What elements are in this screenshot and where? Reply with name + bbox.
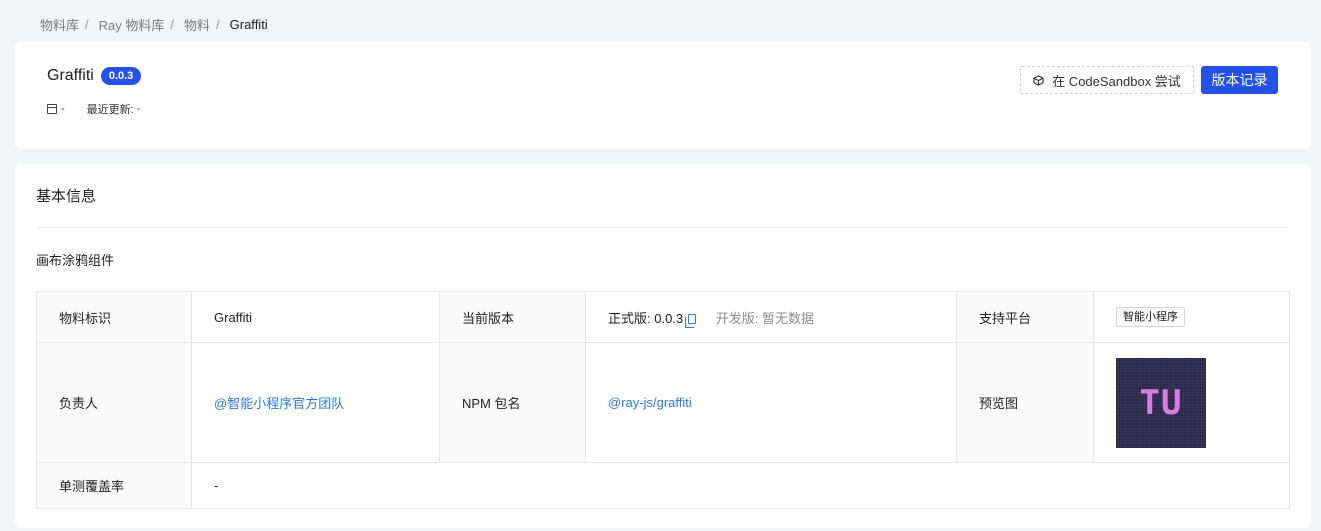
table-row: 物料标识 Graffiti 当前版本 正式版: 0.0.3 开发版: 暂无数据 … <box>36 291 1290 343</box>
cube-icon <box>1033 74 1044 86</box>
preview-image[interactable]: TU <box>1116 357 1206 448</box>
npm-link[interactable]: @ray-js/graffiti <box>608 395 692 410</box>
material-id-value: Graffiti <box>191 291 440 343</box>
breadcrumb-separator: / <box>85 17 89 32</box>
preview-cell: TU <box>1093 342 1290 463</box>
current-version-cell: 正式版: 0.0.3 开发版: 暂无数据 <box>585 291 957 343</box>
breadcrumb-separator: / <box>216 17 220 32</box>
breadcrumb-item-ray-library[interactable]: Ray 物料库 <box>99 15 165 34</box>
header-card: Graffiti 0.0.3 - 最近更新: - 在 CodeSandbox 尝… <box>15 42 1311 149</box>
material-id-label: 物料标识 <box>36 291 192 343</box>
npm-label: NPM 包名 <box>439 342 586 463</box>
updated-label: 最近更新: <box>86 104 134 116</box>
table-row: 单测覆盖率 - <box>36 462 1290 509</box>
divider <box>36 227 1288 228</box>
platform-label: 支持平台 <box>956 291 1094 343</box>
owner-label: 负责人 <box>36 342 192 463</box>
owner-link[interactable]: @智能小程序官方团队 <box>214 396 344 411</box>
preview-image-text: TU <box>1139 382 1183 423</box>
breadcrumb-item-materials[interactable]: 物料 <box>184 15 210 34</box>
breadcrumb-item-library[interactable]: 物料库 <box>40 15 79 34</box>
preview-label: 预览图 <box>956 342 1094 463</box>
codesandbox-button-label: 在 CodeSandbox 尝试 <box>1052 73 1181 89</box>
version-badge: 0.0.3 <box>100 67 142 85</box>
owner-cell: @智能小程序官方团队 <box>191 342 440 463</box>
section-title: 基本信息 <box>36 188 97 205</box>
meta-row: - 最近更新: - <box>47 101 140 117</box>
created-value: - <box>61 103 65 115</box>
coverage-label: 单测覆盖率 <box>36 462 192 509</box>
title-row: Graffiti 0.0.3 <box>47 67 142 85</box>
codesandbox-button[interactable]: 在 CodeSandbox 尝试 <box>1020 66 1194 94</box>
calendar-icon <box>47 104 57 114</box>
platform-cell: 智能小程序 <box>1093 291 1290 343</box>
coverage-value: - <box>191 462 1290 509</box>
platform-tag: 智能小程序 <box>1116 307 1185 327</box>
version-history-button[interactable]: 版本记录 <box>1201 66 1278 94</box>
breadcrumb: 物料库 / Ray 物料库 / 物料 / Graffiti <box>40 15 268 34</box>
npm-cell: @ray-js/graffiti <box>585 342 957 463</box>
page-title: Graffiti <box>47 67 94 84</box>
current-version-label: 当前版本 <box>439 291 586 343</box>
updated-value: - <box>136 103 141 115</box>
breadcrumb-separator: / <box>170 17 174 32</box>
dev-version: 开发版: 暂无数据 <box>715 310 814 326</box>
copy-icon[interactable] <box>685 313 697 328</box>
basic-info-card: 基本信息 画布涂鸦组件 物料标识 Graffiti 当前版本 正式版: 0.0.… <box>15 164 1311 528</box>
breadcrumb-item-current: Graffiti <box>229 17 268 32</box>
release-version: 正式版: 0.0.3 <box>608 310 684 326</box>
table-row: 负责人 @智能小程序官方团队 NPM 包名 @ray-js/graffiti 预… <box>36 342 1290 463</box>
description: 画布涂鸦组件 <box>36 253 115 268</box>
info-table: 物料标识 Graffiti 当前版本 正式版: 0.0.3 开发版: 暂无数据 … <box>36 291 1290 509</box>
